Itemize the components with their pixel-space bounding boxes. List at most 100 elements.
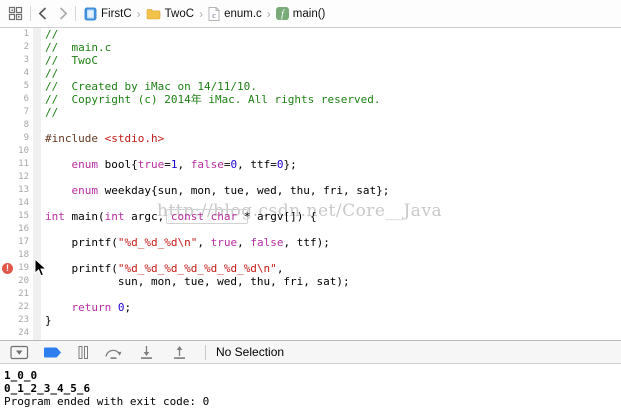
code-line-15: 15 int main(int argc, const char * argv[]… <box>0 210 621 223</box>
line-number[interactable]: 8 <box>0 119 33 132</box>
line-number[interactable]: 18 <box>0 249 33 262</box>
focus-ribbon <box>33 67 41 80</box>
line-number[interactable]: 17 <box>0 236 33 249</box>
focus-ribbon <box>33 93 41 106</box>
focus-ribbon <box>33 145 41 158</box>
hide-debug-area-button[interactable] <box>10 345 29 360</box>
project-icon <box>84 7 97 21</box>
line-number[interactable]: 1 <box>0 28 33 41</box>
code-text[interactable]: enum weekday{sun, mon, tue, wed, thu, fr… <box>45 184 390 197</box>
breadcrumb-chevron-icon: › <box>266 6 271 21</box>
back-chevron-icon[interactable] <box>38 7 47 20</box>
line-number[interactable]: 2 <box>0 41 33 54</box>
step-into-icon <box>137 345 156 360</box>
code-text[interactable]: // main.c <box>45 41 111 54</box>
code-text[interactable]: printf("%d_%d_%d\n", true, false, ttf); <box>45 236 329 249</box>
code-editor[interactable]: http://blog.csdn.net/Core__Java 1//2// m… <box>0 28 621 340</box>
code-text[interactable]: int main(int argc, const char * argv[]) … <box>45 210 317 223</box>
console-output[interactable]: 1_0_0 0_1_2_3_4_5_6 Program ended with exi… <box>0 364 621 419</box>
code-text[interactable]: return 0; <box>45 301 132 314</box>
code-line-11: 11 enum bool{true=1, false=0, ttf=0}; <box>0 158 621 171</box>
code-text[interactable]: printf("%d_%d_%d_%d_%d_%d_%d\n", <box>45 262 283 275</box>
step-into-button[interactable] <box>137 345 156 360</box>
line-number[interactable]: 14 <box>0 197 33 210</box>
breakpoints-toggle-button[interactable] <box>43 346 62 359</box>
code-line-4: 4 // <box>0 67 621 80</box>
breakpoint-arrow-icon <box>43 346 62 359</box>
line-number[interactable]: 20 <box>0 275 33 288</box>
breadcrumb-label: TwoC <box>164 7 195 20</box>
breadcrumb-item-main[interactable]: f main() <box>275 7 326 20</box>
line-number[interactable]: 7 <box>0 106 33 119</box>
breadcrumb-item-twoc[interactable]: TwoC <box>146 8 194 20</box>
line-number[interactable]: 9 <box>0 132 33 145</box>
line-number[interactable]: 21 <box>0 288 33 301</box>
error-badge[interactable]: ! <box>2 263 13 274</box>
code-line-16: 16 <box>0 223 621 236</box>
code-text[interactable]: // <box>45 67 58 80</box>
c-file-icon: c <box>208 6 221 21</box>
code-text[interactable]: #include <stdio.h> <box>45 132 164 145</box>
line-number[interactable]: 6 <box>0 93 33 106</box>
code-line-18: 18 <box>0 249 621 262</box>
code-text[interactable]: sun, mon, tue, wed, thu, fri, sat); <box>45 275 350 288</box>
forward-chevron-icon[interactable] <box>59 7 68 20</box>
code-line-9: 9 #include <stdio.h> <box>0 132 621 145</box>
code-line-23: 23} <box>0 314 621 327</box>
console-line: 0_1_2_3_4_5_6 <box>4 382 91 395</box>
code-line-3: 3 // TwoC <box>0 54 621 67</box>
code-line-17: 17 printf("%d_%d_%d\n", true, false, ttf… <box>0 236 621 249</box>
code-text[interactable]: // Copyright (c) 2014年 iMac. All rights … <box>45 93 381 106</box>
code-text[interactable]: // TwoC <box>45 54 98 67</box>
line-number[interactable]: 16 <box>0 223 33 236</box>
focus-ribbon <box>33 41 41 54</box>
code-line-1: 1 // <box>0 28 621 41</box>
folder-icon <box>146 8 161 20</box>
line-number[interactable]: 5 <box>0 80 33 93</box>
breadcrumb-chevron-icon: › <box>199 6 204 21</box>
focus-ribbon <box>33 327 41 340</box>
breadcrumb: FirstC › TwoC › c enum.c › f main() <box>83 6 326 21</box>
line-number[interactable]: 12 <box>0 171 33 184</box>
code-text[interactable]: enum bool{true=1, false=0, ttf=0}; <box>45 158 297 171</box>
jump-bar: FirstC › TwoC › c enum.c › f main() <box>0 0 621 28</box>
code-line-6: 6 // Copyright (c) 2014年 iMac. All rights… <box>0 93 621 106</box>
divider <box>205 344 206 360</box>
step-over-button[interactable] <box>104 345 123 360</box>
line-number[interactable]: 3 <box>0 54 33 67</box>
console-line: Program ended with exit code: 0 <box>4 395 210 408</box>
debug-status: No Selection <box>216 345 285 359</box>
line-number[interactable]: 13 <box>0 184 33 197</box>
code-text[interactable]: } <box>45 314 52 327</box>
related-items-icon[interactable] <box>8 6 23 21</box>
code-line-2: 2 // main.c <box>0 41 621 54</box>
focus-ribbon <box>33 106 41 119</box>
hide-debug-area-icon <box>10 345 29 360</box>
line-number[interactable]: 24 <box>0 327 33 340</box>
line-number[interactable]: 23 <box>0 314 33 327</box>
pause-button[interactable] <box>76 345 90 360</box>
code-text[interactable]: // Created by iMac on 14/11/10. <box>45 80 257 93</box>
console-line: 1_0_0 <box>4 369 38 382</box>
pause-icon <box>76 345 90 360</box>
line-number[interactable]: 10 <box>0 145 33 158</box>
line-number[interactable]: 11 <box>0 158 33 171</box>
function-icon: f <box>275 7 289 20</box>
focus-ribbon <box>33 119 41 132</box>
code-line-24: 24 <box>0 327 621 340</box>
line-number[interactable]: 22 <box>0 301 33 314</box>
breadcrumb-label: main() <box>292 7 326 20</box>
breadcrumb-item-firstc[interactable]: FirstC <box>84 7 132 21</box>
line-number[interactable]: 15 <box>0 210 33 223</box>
code-text[interactable]: // <box>45 28 58 41</box>
focus-ribbon <box>33 249 41 262</box>
code-line-14: 14 <box>0 197 621 210</box>
line-number[interactable]: 4 <box>0 67 33 80</box>
focus-ribbon <box>33 80 41 93</box>
focus-ribbon <box>33 236 41 249</box>
step-out-button[interactable] <box>170 345 189 360</box>
code-text[interactable]: // <box>45 106 58 119</box>
breadcrumb-item-enumc[interactable]: c enum.c <box>208 6 262 21</box>
breadcrumb-label: FirstC <box>101 7 132 20</box>
divider <box>30 6 31 21</box>
